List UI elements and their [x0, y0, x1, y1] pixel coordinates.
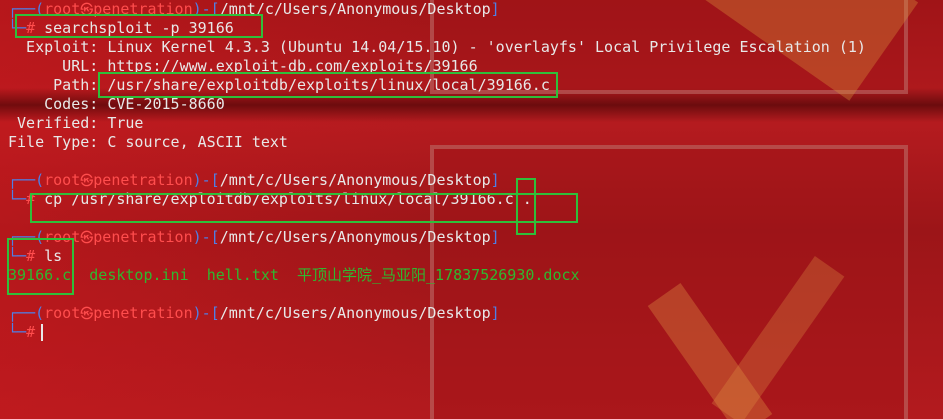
text-cursor [41, 324, 44, 341]
prompt-header: ┌──(root㉿penetration)-[/mnt/c/Users/Anon… [8, 304, 500, 322]
highlight-box-dot [516, 178, 536, 235]
active-prompt[interactable]: └─# [8, 323, 44, 342]
file-entry: hell.txt [206, 266, 279, 284]
file-entry: desktop.ini [89, 266, 189, 284]
highlight-box-cp-command [30, 193, 578, 223]
prompt-header: ┌──(root㉿penetration)-[/mnt/c/Users/Anon… [8, 171, 500, 189]
highlight-box-command [15, 14, 263, 38]
highlight-box-ls [7, 238, 74, 295]
verified-field: Verified: True [8, 114, 144, 132]
highlight-box-path [98, 72, 558, 98]
prompt-header: ┌──(root㉿penetration)-[/mnt/c/Users/Anon… [8, 228, 500, 246]
file-entry: 平顶山学院_马亚阳_17837526930.docx [297, 266, 580, 284]
exploit-field: Exploit: Linux Kernel 4.3.3 (Ubuntu 14.0… [8, 38, 866, 56]
filetype-field: File Type: C source, ASCII text [8, 133, 288, 151]
ls-output: 39166.c desktop.ini hell.txt 平顶山学院_马亚阳_1… [8, 266, 580, 285]
